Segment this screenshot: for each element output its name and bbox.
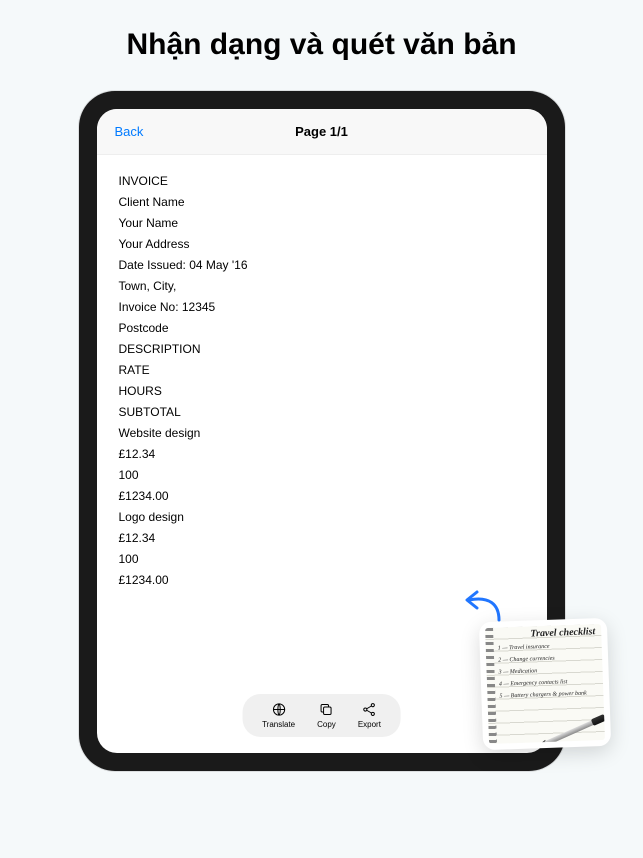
export-label: Export [358, 720, 381, 729]
text-line: DESCRIPTION [119, 339, 525, 360]
text-line: Your Name [119, 213, 525, 234]
notepad-illustration: Travel checklist 1 — Travel insurance 2 … [485, 624, 605, 744]
text-line: £12.34 [119, 444, 525, 465]
text-line: Logo design [119, 507, 525, 528]
copy-label: Copy [317, 720, 336, 729]
text-line: SUBTOTAL [119, 402, 525, 423]
globe-icon [271, 702, 287, 718]
text-line: 100 [119, 549, 525, 570]
share-icon [361, 702, 377, 718]
text-line: 100 [119, 465, 525, 486]
text-line: Invoice No: 12345 [119, 297, 525, 318]
copy-button[interactable]: Copy [317, 702, 336, 729]
text-line: INVOICE [119, 171, 525, 192]
export-button[interactable]: Export [358, 702, 381, 729]
scanned-text-content: INVOICE Client Name Your Name Your Addre… [97, 155, 547, 753]
text-line: £12.34 [119, 528, 525, 549]
text-line: Your Address [119, 234, 525, 255]
text-line: Date Issued: 04 May '16 [119, 255, 525, 276]
text-line: Client Name [119, 192, 525, 213]
translate-label: Translate [262, 720, 295, 729]
text-line: Postcode [119, 318, 525, 339]
note-list: 1 — Travel insurance 2 — Change currenci… [485, 637, 603, 703]
page-headline: Nhận dạng và quét văn bản [0, 0, 643, 73]
copy-icon [318, 702, 334, 718]
text-line: Town, City, [119, 276, 525, 297]
text-line: Website design [119, 423, 525, 444]
text-line: £1234.00 [119, 486, 525, 507]
text-line: HOURS [119, 381, 525, 402]
note-item: 5 — Battery chargers & power bank [499, 687, 599, 702]
text-line: RATE [119, 360, 525, 381]
page-indicator: Page 1/1 [295, 124, 348, 139]
translate-button[interactable]: Translate [262, 702, 295, 729]
pen-illustration [525, 711, 605, 744]
source-photo-card: Travel checklist 1 — Travel insurance 2 … [479, 618, 611, 750]
back-button[interactable]: Back [115, 124, 144, 139]
nav-bar: Back Page 1/1 [97, 109, 547, 155]
bottom-toolbar: Translate Copy Export [242, 694, 401, 737]
